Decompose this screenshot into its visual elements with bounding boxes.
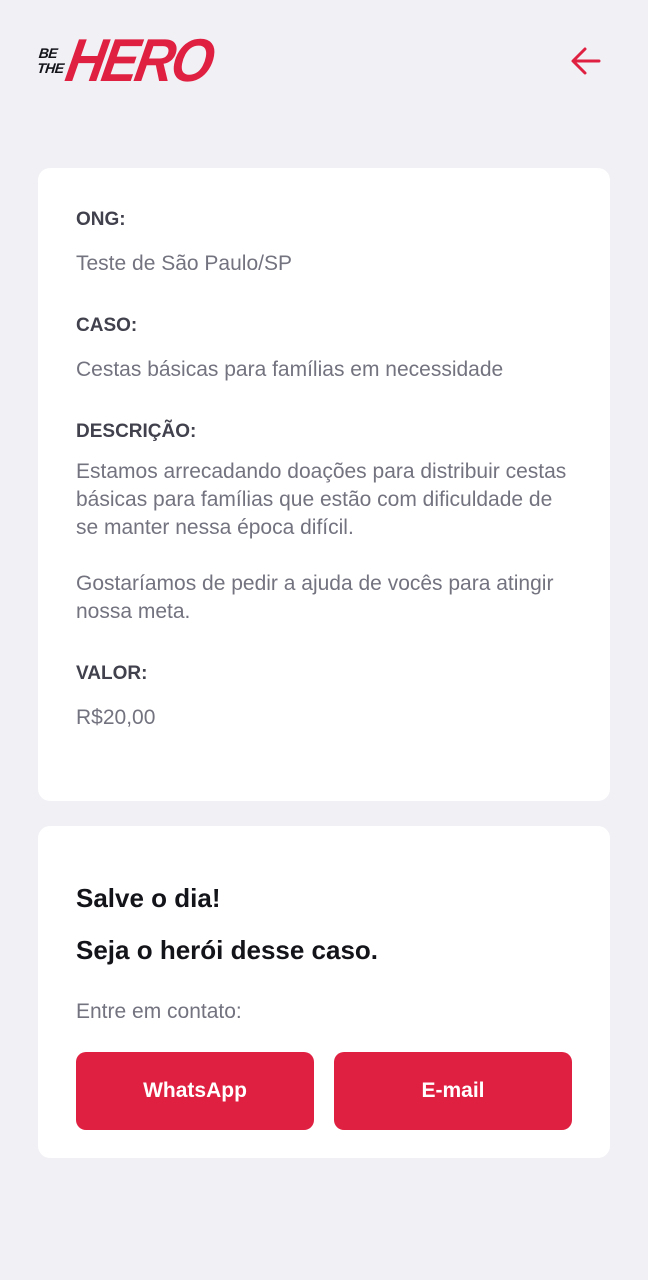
- value-label: VALOR:: [76, 663, 148, 684]
- case-label: CASO:: [76, 315, 138, 336]
- back-button[interactable]: [564, 39, 608, 83]
- description-section: DESCRIÇÃO: Estamos arrecadando doações p…: [76, 420, 572, 626]
- logo-word-hero: HERO: [60, 27, 217, 95]
- description-paragraph-1: Estamos arrecadando doações para distrib…: [76, 460, 567, 539]
- contact-card: Salve o dia! Seja o herói desse caso. En…: [38, 826, 610, 1158]
- logo-word-be: BE: [38, 45, 59, 61]
- email-button[interactable]: E-mail: [334, 1052, 572, 1130]
- description-paragraph-2: Gostaríamos de pedir a ajuda de vocês pa…: [76, 572, 554, 623]
- value-amount: R$20,00: [76, 706, 156, 729]
- case-value: Cestas básicas para famílias em necessid…: [76, 358, 504, 381]
- contact-actions: WhatsApp E-mail: [76, 1052, 572, 1130]
- description-label: DESCRIÇÃO:: [76, 421, 197, 442]
- ong-value: Teste de São Paulo/SP: [76, 252, 292, 275]
- contact-title-line-2: Seja o herói desse caso.: [76, 935, 379, 965]
- case-section: CASO: Cestas básicas para famílias em ne…: [76, 314, 572, 384]
- value-section: VALOR: R$20,00: [76, 662, 572, 732]
- incident-card: ONG: Teste de São Paulo/SP CASO: Cestas …: [38, 168, 610, 801]
- incident-detail-screen: BE THE HERO ONG: Teste de São Paulo/SP C…: [0, 0, 648, 1280]
- contact-subtitle: Entre em contato:: [76, 1000, 242, 1023]
- whatsapp-button[interactable]: WhatsApp: [76, 1052, 314, 1130]
- header: BE THE HERO: [36, 27, 608, 95]
- contact-title-line-1: Salve o dia!: [76, 883, 221, 913]
- be-the-hero-logo: BE THE HERO: [36, 27, 216, 94]
- ong-section: ONG: Teste de São Paulo/SP: [76, 208, 572, 278]
- arrow-left-icon: [571, 47, 601, 75]
- ong-label: ONG:: [76, 209, 126, 230]
- logo-word-the: THE: [36, 60, 65, 76]
